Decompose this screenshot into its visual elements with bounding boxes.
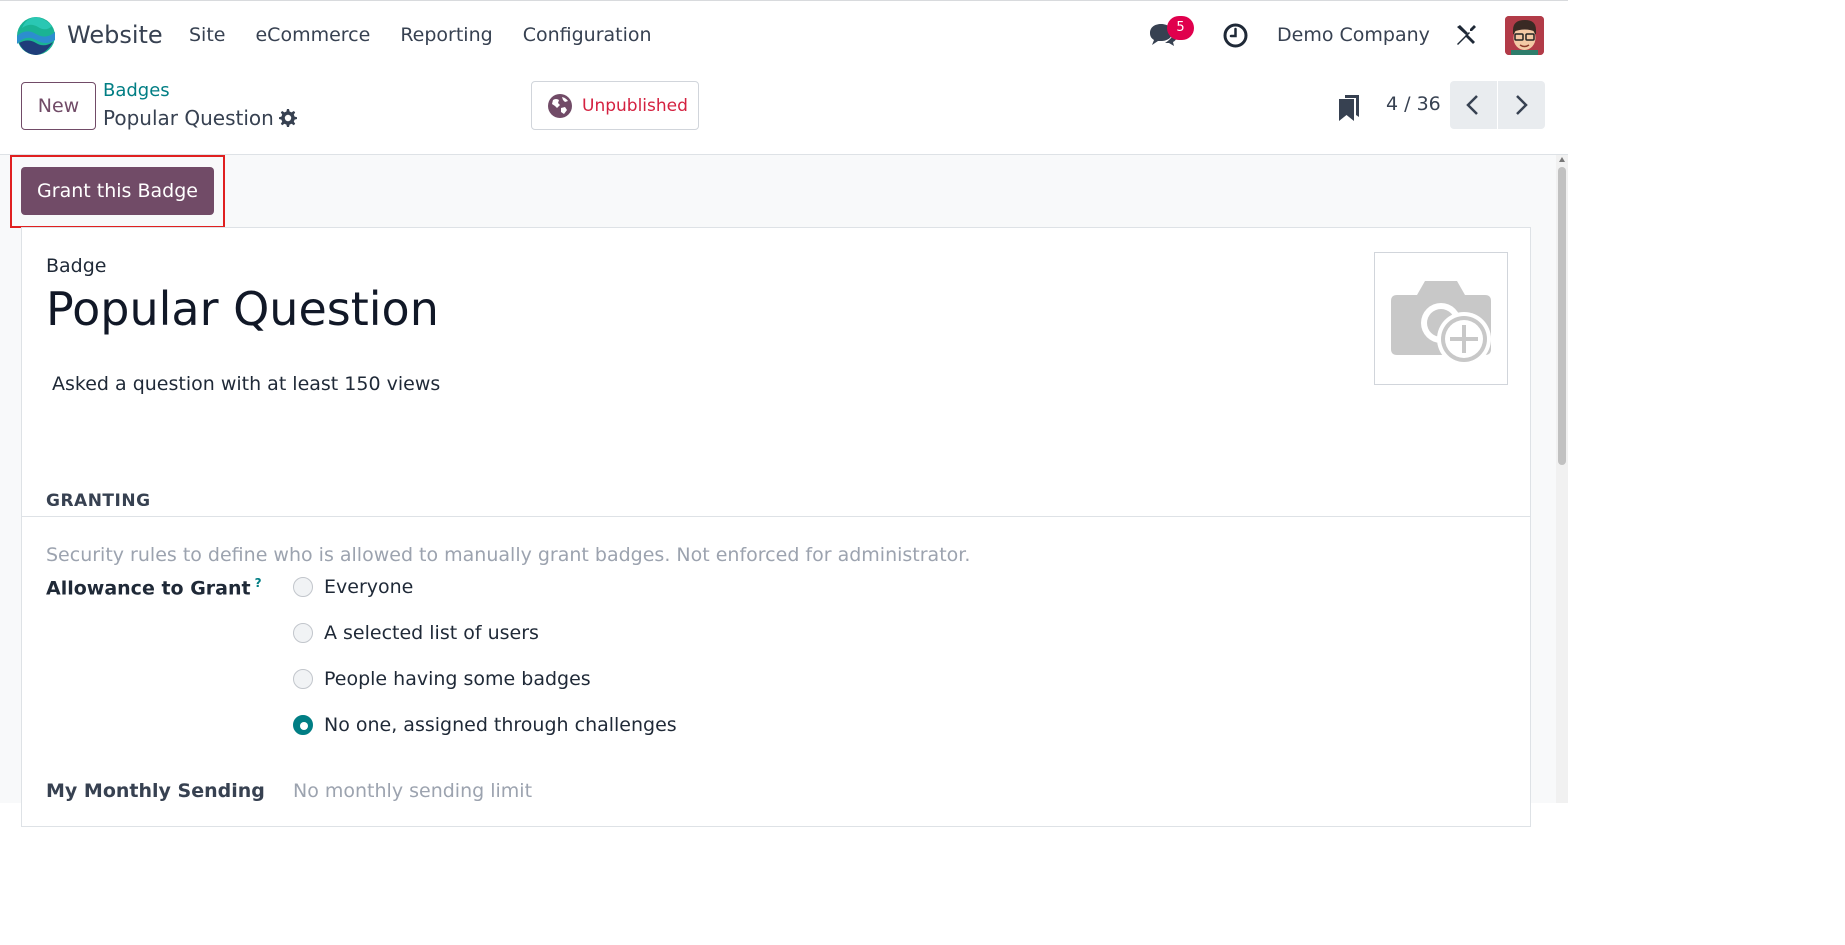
radio-no-one[interactable]: No one, assigned through challenges xyxy=(293,714,677,736)
website-app-logo-icon[interactable] xyxy=(16,16,56,56)
activity-clock-icon[interactable] xyxy=(1223,23,1248,48)
radio-everyone[interactable]: Everyone xyxy=(293,576,413,598)
radio-button[interactable] xyxy=(293,577,313,597)
chevron-left-icon xyxy=(1466,95,1478,115)
form-content-area: Grant this Badge Badge Popular Question … xyxy=(0,155,1556,827)
radio-label: A selected list of users xyxy=(324,622,539,644)
section-divider xyxy=(22,516,1530,517)
badge-name-field[interactable]: Popular Question xyxy=(46,282,439,336)
top-navbar: Website Site eCommerce Reporting Configu… xyxy=(0,0,1568,69)
allowance-to-grant-label: Allowance to Grant? xyxy=(46,576,262,600)
menu-reporting[interactable]: Reporting xyxy=(400,24,492,46)
radio-button-selected[interactable] xyxy=(293,715,313,735)
badge-image-upload[interactable] xyxy=(1374,252,1508,385)
breadcrumb-badges[interactable]: Badges xyxy=(103,80,170,101)
chevron-right-icon xyxy=(1516,95,1528,115)
radio-button[interactable] xyxy=(293,623,313,643)
pager-previous-button[interactable] xyxy=(1450,81,1497,129)
form-sheet: Badge Popular Question Asked a question … xyxy=(21,227,1531,827)
granting-help-text: Security rules to define who is allowed … xyxy=(46,544,971,566)
publish-status-label: Unpublished xyxy=(582,96,688,116)
menu-configuration[interactable]: Configuration xyxy=(523,24,652,46)
radio-label: No one, assigned through challenges xyxy=(324,714,677,736)
menu-site[interactable]: Site xyxy=(189,24,225,46)
publish-toggle-button[interactable]: Unpublished xyxy=(531,81,699,130)
user-avatar[interactable] xyxy=(1505,16,1544,55)
breadcrumb-current: Popular Question xyxy=(103,106,274,130)
new-button[interactable]: New xyxy=(21,82,96,130)
globe-icon xyxy=(548,94,572,118)
monthly-sending-label: My Monthly Sending xyxy=(46,780,265,802)
app-name[interactable]: Website xyxy=(67,21,163,49)
scroll-thumb[interactable] xyxy=(1558,167,1566,465)
radio-label: People having some badges xyxy=(324,668,591,690)
badge-field-label: Badge xyxy=(46,255,107,277)
chat-count-badge: 5 xyxy=(1167,16,1194,40)
pager-next-button[interactable] xyxy=(1498,81,1545,129)
grant-badge-button[interactable]: Grant this Badge xyxy=(21,167,214,215)
radio-label: Everyone xyxy=(324,576,414,598)
gear-icon[interactable] xyxy=(278,108,298,128)
pager-counter[interactable]: 4 / 36 xyxy=(1386,93,1441,115)
radio-button[interactable] xyxy=(293,669,313,689)
badge-description-field[interactable]: Asked a question with at least 150 views xyxy=(52,373,440,395)
monthly-sending-value[interactable]: No monthly sending limit xyxy=(293,780,532,802)
vertical-scrollbar[interactable] xyxy=(1556,155,1568,803)
company-switcher[interactable]: Demo Company xyxy=(1277,24,1430,46)
menu-ecommerce[interactable]: eCommerce xyxy=(255,24,370,46)
camera-add-icon xyxy=(1391,281,1491,366)
bookmarks-icon[interactable] xyxy=(1337,93,1361,123)
help-tooltip-icon[interactable]: ? xyxy=(255,576,262,590)
main-menu: Site eCommerce Reporting Configuration xyxy=(189,24,682,46)
control-panel: New Badges Popular Question Unpublished … xyxy=(0,69,1568,155)
radio-selected-users[interactable]: A selected list of users xyxy=(293,622,539,644)
scroll-up-arrow-icon[interactable] xyxy=(1559,157,1565,162)
granting-section-title: GRANTING xyxy=(46,491,151,511)
radio-people-with-badges[interactable]: People having some badges xyxy=(293,668,591,690)
debug-tools-icon[interactable] xyxy=(1454,23,1478,47)
